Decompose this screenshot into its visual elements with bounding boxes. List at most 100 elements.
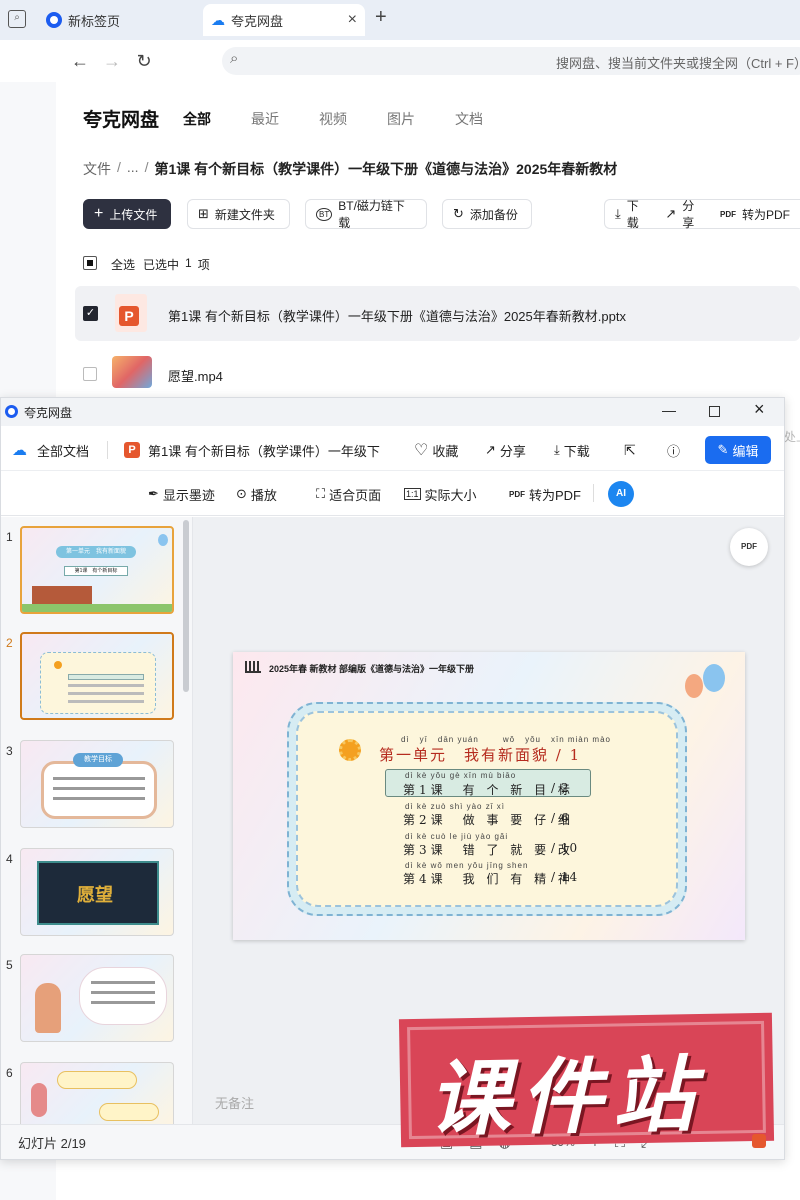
nav-image[interactable]: 图片 [387,109,415,129]
ai-button[interactable]: AI [608,481,634,507]
viewer-download-button[interactable]: ⤓ 下载 [554,437,590,463]
ink-label: 显示墨迹 [162,487,215,503]
nav-recent[interactable]: 最近 [251,109,279,129]
tab-search-icon[interactable]: ⌕ [8,10,26,28]
share-icon: ↗ [665,206,677,221]
backup-label: 添加备份 [469,207,518,222]
pinyin: wǒ [502,735,516,744]
to-pdf-label: 转为PDF [741,207,790,222]
watermark-text: 课件站 [427,1047,706,1148]
thumb-number: 2 [6,636,13,650]
export-icon[interactable]: ⇱ [624,437,636,463]
slide-thumbnail-3[interactable]: 教学目标 [20,740,174,828]
lesson-page: / 10 [551,841,579,855]
thumb-number: 1 [6,530,13,544]
all-docs-button[interactable]: ☁ 全部文档 [12,437,89,463]
share-icon: ↗ [485,442,496,457]
girl-image [35,983,61,1033]
file-name[interactable]: 第1课 有个新目标（教学课件）一年级下册《道德与法治》2025年春新教材.ppt… [168,306,626,325]
close-window-button[interactable]: × [754,399,765,420]
select-all-label[interactable]: 全选 [111,256,135,273]
share-action[interactable]: ↗ 分享 [665,197,700,231]
balloon-icon [703,664,725,692]
favorite-button[interactable]: ♡ 收藏 [414,437,458,463]
share-label: 分享 [499,443,526,459]
play-label: 播放 [250,487,277,503]
tab-new-tab[interactable]: 新标签页 [40,4,200,36]
lesson-title: 第3课 错 了 就 要 改 [403,843,574,857]
edit-label: 编辑 [732,443,759,459]
minimize-button[interactable]: — [662,402,676,418]
slide-counter: 幻灯片 2/19 [18,1136,86,1151]
edit-button[interactable]: ✎ 编辑 [705,436,771,464]
download-action[interactable]: ⤓ 下载 [615,197,645,231]
search-placeholder: 搜网盘、搜当前文件夹或搜全网（Ctrl + F） [556,56,800,71]
upload-label: 上传文件 [109,207,158,222]
slide-thumbnail-2[interactable] [20,632,174,720]
video-frame: 愿望 [37,861,159,925]
convert-pdf-button[interactable]: PDF 转为PDF [509,482,581,506]
search-input[interactable]: ⌕ 搜网盘、搜当前文件夹或搜全网（Ctrl + F） [222,47,800,75]
file-checkbox[interactable]: ✓ [83,306,98,321]
slide-thumbnail-4[interactable]: 愿望 [20,848,174,936]
lesson-pinyin: dì kè zuò shì yào zǐ xì [405,802,505,811]
thumb-number: 3 [6,744,13,758]
nav-doc[interactable]: 文档 [455,109,483,129]
slide-thumbnail-1[interactable]: 第一单元 我有新面貌 第1课 有个新目标 [20,526,174,614]
show-ink-button[interactable]: ✒ 显示墨迹 [148,482,215,506]
actual-size-icon: 1:1 [404,488,421,500]
share-label: 分享 [682,199,695,230]
breadcrumb: 文件 / ... / 第1课 有个新目标（教学课件）一年级下册《道德与法治》20… [83,159,617,179]
new-folder-label: 新建文件夹 [214,207,275,222]
search-icon: ⌕ [230,50,239,67]
file-checkbox[interactable] [83,367,97,381]
pinyin: dān yuán [437,735,479,744]
notes-placeholder[interactable]: 无备注 [215,1093,254,1112]
play-button[interactable]: ⊙ 播放 [236,482,277,506]
lesson-page: / 6 [551,811,570,825]
bt-icon: BT [316,207,333,221]
feedback-icon[interactable]: ⓘ [667,437,680,463]
school-building-image [32,586,92,606]
convert-pdf-label: 转为PDF [529,487,582,503]
bt-download-button[interactable]: BT BT/磁力链下载 [305,199,427,230]
slide-thumbnail-6[interactable] [20,1062,174,1124]
fit-icon: ⛶ [316,486,326,501]
speech-bubble [79,967,167,1025]
file-name[interactable]: 愿望.mp4 [168,366,223,385]
to-pdf-float-button[interactable]: PDF [730,528,768,566]
plus-icon: + [94,205,104,222]
add-backup-button[interactable]: ↻ 添加备份 [442,199,532,229]
download-icon: ⤓ [615,206,621,221]
viewer-toolbar [1,472,784,516]
lesson-pinyin: dì kè yǒu gè xīn mù biāo [405,771,517,780]
select-all-checkbox[interactable] [83,256,97,270]
fit-page-button[interactable]: ⛶ 适合页面 [316,482,381,506]
breadcrumb-ellipsis[interactable]: ... [127,159,139,179]
thumb-number: 5 [6,958,13,972]
unit-pinyin: dì yī dān yuán wǒ yǒu xīn miàn mào [401,735,611,744]
new-folder-button[interactable]: ⊞ 新建文件夹 [187,199,290,229]
nav-all[interactable]: 全部 [183,109,211,129]
video-thumbnail [112,356,152,388]
back-icon[interactable]: ← [68,50,92,72]
upload-button[interactable]: + 上传文件 [83,199,171,229]
selected-status: 已选中 1 项 [143,256,210,273]
actual-size-button[interactable]: 1:1 实际大小 [404,482,477,506]
current-slide: 2025年春 新教材 部编版《道德与法治》一年级下册 dì yī dān yuá… [233,652,745,940]
reload-icon[interactable]: ↻ [132,50,156,72]
tab-quark-drive[interactable]: ☁ 夸克网盘 × [203,4,365,36]
viewer-share-button[interactable]: ↗ 分享 [485,437,526,463]
breadcrumb-root[interactable]: 文件 [83,159,111,179]
new-tab-button[interactable]: + [375,6,387,29]
pptx-file-icon: P [115,294,147,332]
forward-icon[interactable]: → [100,50,124,72]
nav-video[interactable]: 视频 [319,109,347,129]
thumbnail-scrollbar[interactable] [183,520,189,692]
pen-icon: ✎ [717,442,729,457]
to-pdf-action[interactable]: PDF 转为PDF [720,206,790,223]
maximize-button[interactable] [709,406,720,417]
close-icon[interactable]: × [348,11,357,29]
all-docs-label: 全部文档 [37,443,90,459]
slide-thumbnail-5[interactable] [20,954,174,1042]
